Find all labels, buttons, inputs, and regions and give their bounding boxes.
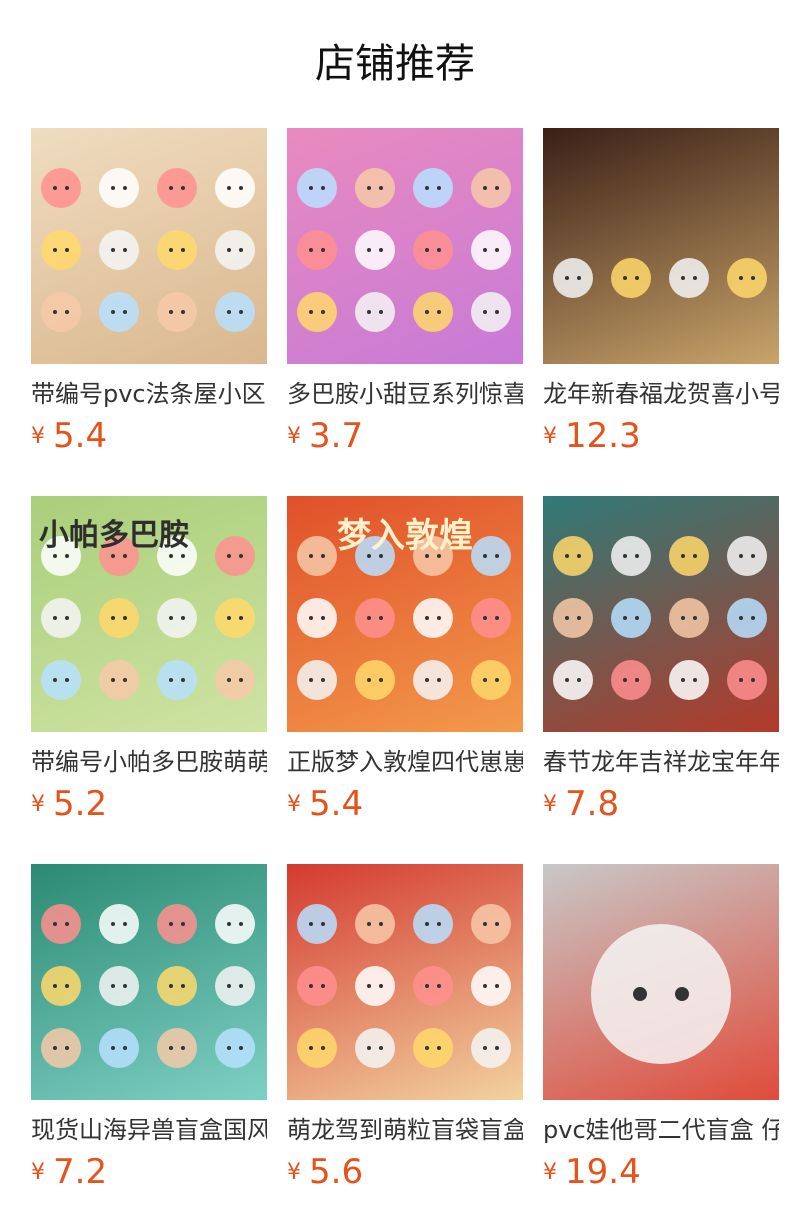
product-card[interactable]: 带编号pvc法条屋小区 ¥5.4 [31, 128, 267, 456]
product-price: ¥5.4 [31, 416, 267, 456]
image-banner-text: 梦入敦煌 [337, 516, 473, 556]
product-figures-illustration [553, 258, 767, 298]
product-name[interactable]: 现货山海异兽盲盒国风 [31, 1114, 267, 1146]
product-name[interactable]: 带编号pvc法条屋小区 [31, 378, 267, 410]
product-card[interactable]: 龙年新春福龙贺喜小号 ¥12.3 [543, 128, 779, 456]
currency-symbol: ¥ [31, 1160, 45, 1185]
product-card[interactable]: pvc娃他哥二代盲盒 仔 ¥19.4 [543, 864, 779, 1192]
product-price: ¥3.7 [287, 416, 523, 456]
currency-symbol: ¥ [31, 792, 45, 817]
currency-symbol: ¥ [287, 792, 301, 817]
product-name[interactable]: 龙年新春福龙贺喜小号 [543, 378, 779, 410]
price-value: 5.2 [53, 784, 108, 824]
price-value: 5.4 [309, 784, 364, 824]
product-image[interactable]: 梦入敦煌 [287, 496, 523, 732]
currency-symbol: ¥ [31, 424, 45, 449]
product-card[interactable]: 现货山海异兽盲盒国风 ¥7.2 [31, 864, 267, 1192]
product-name[interactable]: 带编号小帕多巴胺萌萌 [31, 746, 267, 778]
section-title: 店铺推荐 [315, 41, 475, 87]
price-value: 5.4 [53, 416, 108, 456]
product-name[interactable]: 萌龙驾到萌粒盲袋盲盒 [287, 1114, 523, 1146]
price-value: 7.8 [565, 784, 620, 824]
product-image[interactable] [543, 496, 779, 732]
product-name[interactable]: 春节龙年吉祥龙宝年年 [543, 746, 779, 778]
currency-symbol: ¥ [287, 1160, 301, 1185]
price-value: 5.6 [309, 1152, 364, 1192]
product-image[interactable] [31, 864, 267, 1100]
product-price: ¥5.2 [31, 784, 267, 824]
product-price: ¥7.2 [31, 1152, 267, 1192]
price-value: 19.4 [565, 1152, 641, 1192]
product-name[interactable]: 正版梦入敦煌四代崽崽 [287, 746, 523, 778]
product-card[interactable]: 萌龙驾到萌粒盲袋盲盒 ¥5.6 [287, 864, 523, 1192]
product-figures-illustration [591, 924, 731, 1064]
product-name[interactable]: 多巴胺小甜豆系列惊喜 [287, 378, 523, 410]
product-image[interactable]: 小帕多巴胺 [31, 496, 267, 732]
price-value: 3.7 [309, 416, 364, 456]
product-price: ¥5.4 [287, 784, 523, 824]
product-name[interactable]: pvc娃他哥二代盲盒 仔 [543, 1114, 779, 1146]
product-figures-illustration [41, 904, 255, 1068]
product-price: ¥7.8 [543, 784, 779, 824]
product-card[interactable]: 春节龙年吉祥龙宝年年 ¥7.8 [543, 496, 779, 824]
product-price: ¥19.4 [543, 1152, 779, 1192]
product-image[interactable] [543, 128, 779, 364]
product-image[interactable] [287, 128, 523, 364]
price-value: 7.2 [53, 1152, 108, 1192]
image-banner-text: 小帕多巴胺 [39, 518, 189, 553]
currency-symbol: ¥ [287, 424, 301, 449]
currency-symbol: ¥ [543, 792, 557, 817]
product-price: ¥5.6 [287, 1152, 523, 1192]
product-figures-illustration [41, 168, 255, 332]
product-card[interactable]: 梦入敦煌正版梦入敦煌四代崽崽 ¥5.4 [287, 496, 523, 824]
product-image[interactable] [287, 864, 523, 1100]
product-price: ¥12.3 [543, 416, 779, 456]
product-image[interactable] [31, 128, 267, 364]
currency-symbol: ¥ [543, 424, 557, 449]
product-figures-illustration [553, 536, 767, 700]
product-card[interactable]: 多巴胺小甜豆系列惊喜 ¥3.7 [287, 128, 523, 456]
product-card[interactable]: 小帕多巴胺带编号小帕多巴胺萌萌 ¥5.2 [31, 496, 267, 824]
product-figures-illustration [297, 904, 511, 1068]
product-figures-illustration [297, 168, 511, 332]
price-value: 12.3 [565, 416, 641, 456]
currency-symbol: ¥ [543, 1160, 557, 1185]
product-image[interactable] [543, 864, 779, 1100]
